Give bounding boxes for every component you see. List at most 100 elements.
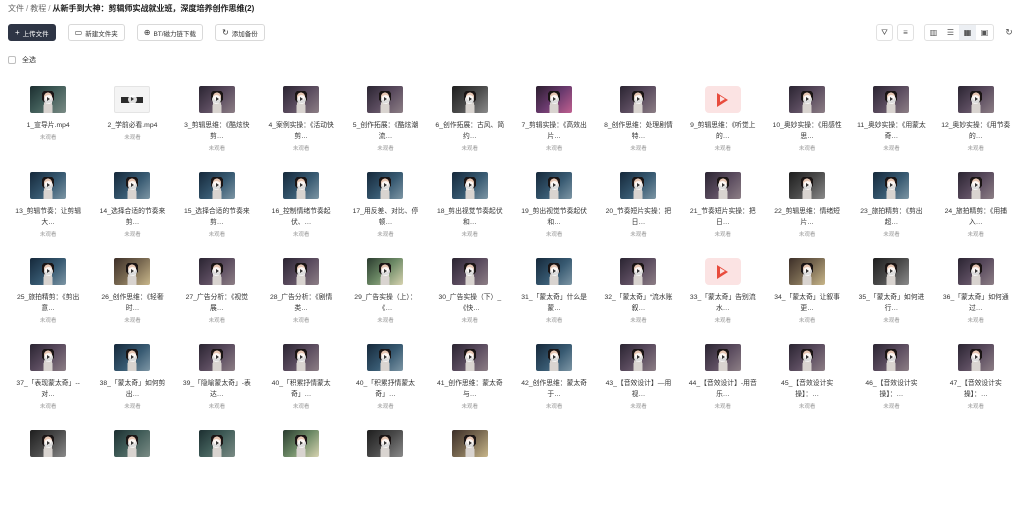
file-item[interactable]: 33_「蒙太奇」告别流水… 未观看 xyxy=(681,258,765,344)
file-name: 26_创作思维：《轻奢时… xyxy=(101,294,164,312)
upload-button-label: 上传文件 xyxy=(22,30,49,38)
watch-status: 未观看 xyxy=(545,318,563,324)
play-icon xyxy=(296,267,306,276)
file-item[interactable]: 40_「积累抒情蒙太奇」… 未观看 xyxy=(259,344,343,430)
file-item[interactable]: 17_用反差、对比、停顿… 未观看 xyxy=(343,172,427,258)
sort-button[interactable]: ≡ xyxy=(897,24,914,41)
file-item[interactable]: 13_剪辑节奏：让剪辑大… 未观看 xyxy=(6,172,90,258)
select-all[interactable]: 全选 xyxy=(8,55,36,65)
file-name: 3_剪辑思维：《酷炫快剪… xyxy=(184,122,250,140)
bt-download-button[interactable]: ⊕ BT/磁力链下载 xyxy=(136,24,204,41)
file-item[interactable]: 14_选择合适的节奏来剪… 未观看 xyxy=(90,172,174,258)
file-item[interactable]: 18_剪出视觉节奏起伏和… 未观看 xyxy=(428,172,512,258)
file-item[interactable] xyxy=(259,430,343,516)
watch-status: 未观看 xyxy=(461,232,479,238)
watch-status: 未观看 xyxy=(39,232,57,238)
file-item[interactable]: 19_剪出视觉节奏起伏和… 未观看 xyxy=(512,172,596,258)
file-item[interactable]: 24_旅拍精剪：《用捕入… 未观看 xyxy=(934,172,1018,258)
file-item[interactable]: 11_奥妙实操：《用蒙太奇… 未观看 xyxy=(849,86,933,172)
watch-status: 未观看 xyxy=(798,318,816,324)
add-backup-button[interactable]: ↻ 添加备份 xyxy=(215,24,265,41)
file-item[interactable]: 32_「蒙太奇」“流水账叙… 未观看 xyxy=(596,258,680,344)
new-folder-button-label: 新建文件夹 xyxy=(85,30,118,38)
file-item[interactable]: 12_奥妙实操：《用节奏的… 未观看 xyxy=(934,86,1018,172)
watch-status: 未观看 xyxy=(967,146,985,152)
file-item[interactable]: 28_广告分析：《剧情类… 未观看 xyxy=(259,258,343,344)
breadcrumb: 文件 / 教程 / 从新手到大神：剪辑师实战就业班，深度培养创作思维(2) xyxy=(8,3,254,14)
file-item[interactable]: 10_奥妙实操：《用感性思… 未观看 xyxy=(765,86,849,172)
video-thumbnail xyxy=(873,172,910,199)
file-item[interactable] xyxy=(175,430,259,516)
file-item[interactable]: 5_创作拓展：《酷炫潮流… 未观看 xyxy=(343,86,427,172)
file-item[interactable]: 37_「表现蒙太奇」--对… 未观看 xyxy=(6,344,90,430)
file-item[interactable]: 38_「蒙太奇」如何剪出… 未观看 xyxy=(90,344,174,430)
file-item[interactable] xyxy=(6,430,90,516)
file-item[interactable]: 22_剪辑思维：情绪短片… 未观看 xyxy=(765,172,849,258)
file-item[interactable]: 15_选择合适的节奏来剪… 未观看 xyxy=(175,172,259,258)
new-folder-button[interactable]: ▭ 新建文件夹 xyxy=(67,24,125,41)
file-name: 28_广告分析：《剧情类… xyxy=(269,294,333,312)
file-item[interactable]: 20_节奏短片实操：把日… 未观看 xyxy=(596,172,680,258)
thumbnail-view-button[interactable]: ▣ xyxy=(976,25,993,40)
file-item[interactable]: 2_学前必看.mp4 未观看 xyxy=(90,86,174,172)
file-item[interactable]: 35_「蒙太奇」如何进行… 未观看 xyxy=(849,258,933,344)
play-icon xyxy=(717,92,729,107)
breadcrumb-root[interactable]: 文件 xyxy=(8,4,24,13)
breadcrumb-parent[interactable]: 教程 xyxy=(30,4,46,13)
file-item[interactable]: 16_控制情绪节奏起伏、… 未观看 xyxy=(259,172,343,258)
file-item[interactable]: 7_剪辑实操：《高效出片… 未观看 xyxy=(512,86,596,172)
file-item[interactable]: 27_广告分析：《视觉展… 未观看 xyxy=(175,258,259,344)
file-item[interactable]: 1_宣导片.mp4 未观看 xyxy=(6,86,90,172)
file-item[interactable]: 4_案例实操：《活动快剪… 未观看 xyxy=(259,86,343,172)
filter-button[interactable]: ⛛ xyxy=(876,24,893,41)
play-icon xyxy=(886,353,896,362)
select-all-label: 全选 xyxy=(22,57,36,64)
watch-status: 未观看 xyxy=(292,404,310,410)
file-item[interactable]: 3_剪辑思维：《酷炫快剪… 未观看 xyxy=(175,86,259,172)
play-icon xyxy=(549,95,559,104)
select-all-checkbox[interactable] xyxy=(8,56,16,64)
grid-view-button[interactable]: ▦ xyxy=(959,25,976,40)
play-icon xyxy=(380,95,390,104)
file-item[interactable]: 21_节奏短片实操：把日… 未观看 xyxy=(681,172,765,258)
play-icon xyxy=(802,267,812,276)
file-item[interactable]: 40_「积累抒情蒙太奇」… 未观看 xyxy=(343,344,427,430)
file-name: 30_广告实操（下）_《快… xyxy=(438,294,502,312)
file-item[interactable]: 46_【音效设计实操】：… 未观看 xyxy=(849,344,933,430)
file-item[interactable] xyxy=(343,430,427,516)
file-item[interactable]: 41_创作思维：蒙太奇与… 未观看 xyxy=(428,344,512,430)
file-item[interactable]: 26_创作思维：《轻奢时… 未观看 xyxy=(90,258,174,344)
list-icon: ☰ xyxy=(946,28,955,37)
file-item[interactable]: 29_广告实操（上）：《… 未观看 xyxy=(343,258,427,344)
list-view-button[interactable]: ☰ xyxy=(942,25,959,40)
file-item[interactable] xyxy=(428,430,512,516)
file-item[interactable]: 9_剪辑思维：《听觉上的… 未观看 xyxy=(681,86,765,172)
play-icon xyxy=(43,353,53,362)
upload-button[interactable]: + 上传文件 xyxy=(8,24,56,41)
file-item[interactable]: 47_【音效设计实操】：… 未观看 xyxy=(934,344,1018,430)
column-view-button[interactable]: ▥ xyxy=(925,25,942,40)
file-item[interactable]: 8_创作思维：处理剧情特… 未观看 xyxy=(596,86,680,172)
file-item[interactable]: 43_【音效设计】—用视… 未观看 xyxy=(596,344,680,430)
file-item[interactable]: 36_「蒙太奇」如何通过… 未观看 xyxy=(934,258,1018,344)
watch-status: 未观看 xyxy=(883,404,900,410)
file-item[interactable] xyxy=(90,430,174,516)
file-item[interactable]: 44_【音效设计】-用音乐… 未观看 xyxy=(681,344,765,430)
file-item[interactable]: 34_「蒙太奇」让叙事更… 未观看 xyxy=(765,258,849,344)
file-item[interactable]: 31_「蒙太奇」什么是蒙… 未观看 xyxy=(512,258,596,344)
file-item[interactable]: 42_创作思维：蒙太奇于… 未观看 xyxy=(512,344,596,430)
watch-status: 未观看 xyxy=(714,404,732,410)
watch-status: 未观看 xyxy=(292,318,310,324)
video-thumbnail xyxy=(451,344,488,371)
file-item[interactable]: 6_创作拓展：古风、简约… 未观看 xyxy=(428,86,512,172)
file-item[interactable]: 25_旅拍精剪：《剪出意… 未观看 xyxy=(6,258,90,344)
file-name: 10_奥妙实操：《用感性思… xyxy=(772,122,842,140)
file-item[interactable]: 30_广告实操（下）_《快… 未观看 xyxy=(428,258,512,344)
refresh-button[interactable]: ↻ xyxy=(1002,24,1016,41)
file-name: 40_「积累抒情蒙太奇」… xyxy=(271,380,331,398)
file-item[interactable]: 45_【音效设计实操】：… 未观看 xyxy=(765,344,849,430)
file-item[interactable]: 39_「隐喻蒙太奇」-表达… 未观看 xyxy=(175,344,259,430)
plus-icon: + xyxy=(15,27,20,37)
file-item[interactable]: 23_旅拍精剪：《剪出超… 未观看 xyxy=(849,172,933,258)
video-thumbnail xyxy=(620,344,657,371)
